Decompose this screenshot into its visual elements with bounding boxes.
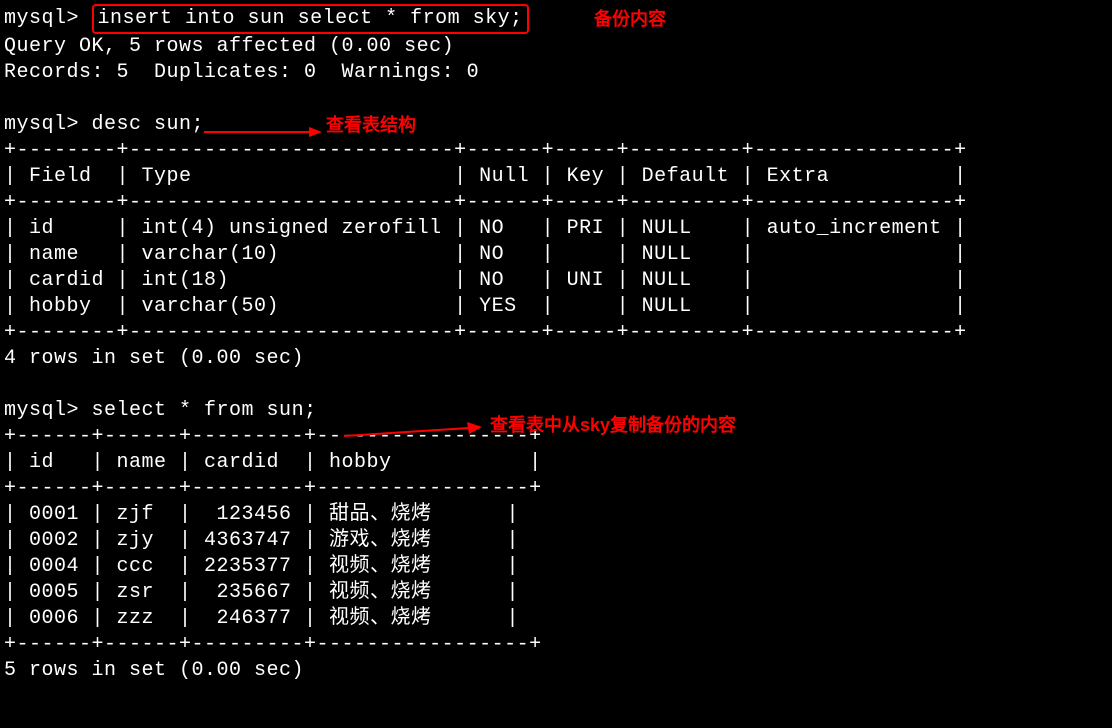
- table-border: +------+------+---------+---------------…: [4, 632, 1108, 658]
- arrow-icon: [344, 422, 484, 442]
- command-line-desc: mysql> desc sun;: [4, 112, 1108, 138]
- table-header: | Field | Type | Null | Key | Default | …: [4, 164, 1108, 190]
- mysql-prompt: mysql>: [4, 399, 79, 422]
- blank-line: [4, 372, 1108, 398]
- table-row: | 0004 | ccc | 2235377 | 视频、烧烤 |: [4, 554, 1108, 580]
- table-header: | id | name | cardid | hobby |: [4, 450, 1108, 476]
- desc-footer: 4 rows in set (0.00 sec): [4, 346, 1108, 372]
- table-border: +------+------+---------+---------------…: [4, 476, 1108, 502]
- table-border: +--------+--------------------------+---…: [4, 190, 1108, 216]
- table-row: | 0005 | zsr | 235667 | 视频、烧烤 |: [4, 580, 1108, 606]
- command-line-insert: mysql> insert into sun select * from sky…: [4, 4, 1108, 34]
- table-row: | 0006 | zzz | 246377 | 视频、烧烤 |: [4, 606, 1108, 632]
- blank-line: [4, 86, 1108, 112]
- table-row: | cardid | int(18) | NO | UNI | NULL | |: [4, 268, 1108, 294]
- mysql-prompt: mysql>: [4, 113, 79, 136]
- table-row: | hobby | varchar(50) | YES | | NULL | |: [4, 294, 1108, 320]
- mysql-prompt: mysql>: [4, 7, 79, 30]
- table-border: +--------+--------------------------+---…: [4, 138, 1108, 164]
- arrow-icon: [204, 122, 324, 142]
- table-border: +--------+--------------------------+---…: [4, 320, 1108, 346]
- desc-command-text: desc sun;: [92, 113, 205, 136]
- table-row: | id | int(4) unsigned zerofill | NO | P…: [4, 216, 1108, 242]
- table-row: | name | varchar(10) | NO | | NULL | |: [4, 242, 1108, 268]
- select-footer: 5 rows in set (0.00 sec): [4, 658, 1108, 684]
- highlighted-command: insert into sun select * from sky;: [92, 4, 529, 34]
- select-command-text: select * from sun;: [92, 399, 317, 422]
- records-line: Records: 5 Duplicates: 0 Warnings: 0: [4, 60, 1108, 86]
- table-row: | 0001 | zjf | 123456 | 甜品、烧烤 |: [4, 502, 1108, 528]
- terminal-output: mysql> insert into sun select * from sky…: [4, 4, 1108, 684]
- annotation-backup: 备份内容: [594, 8, 666, 31]
- insert-command-text: insert into sun select * from sky;: [98, 7, 523, 30]
- table-row: | 0002 | zjy | 4363747 | 游戏、烧烤 |: [4, 528, 1108, 554]
- query-ok-line: Query OK, 5 rows affected (0.00 sec): [4, 34, 1108, 60]
- annotation-view-copied: 查看表中从sky复制备份的内容: [490, 414, 736, 437]
- annotation-structure: 查看表结构: [326, 114, 416, 137]
